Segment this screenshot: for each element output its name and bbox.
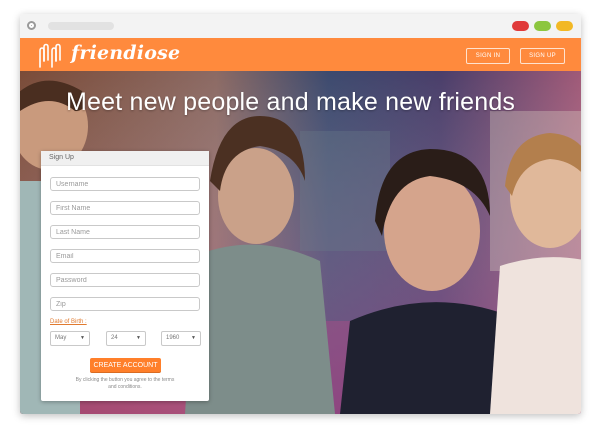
- browser-window: friendiose SIGN IN SIGN UP Meet new peop…: [20, 14, 581, 414]
- dob-day-value: 24: [111, 335, 118, 341]
- window-maximize-button[interactable]: [534, 21, 551, 31]
- email-field[interactable]: [50, 249, 200, 263]
- window-close-button[interactable]: [512, 21, 529, 31]
- chevron-down-icon: ▼: [80, 335, 85, 341]
- brand-logo[interactable]: friendiose: [71, 42, 180, 64]
- dob-day-select[interactable]: 24 ▼: [106, 331, 146, 346]
- address-bar[interactable]: [48, 22, 114, 30]
- terms-notice: By clicking the button you agree to the …: [75, 377, 175, 390]
- window-minimize-button[interactable]: [556, 21, 573, 31]
- hero-headline: Meet new people and make new friends: [66, 88, 516, 116]
- zip-field[interactable]: [50, 297, 200, 311]
- chevron-down-icon: ▼: [191, 335, 196, 341]
- dob-month-select[interactable]: May ▼: [50, 331, 90, 346]
- last-name-field[interactable]: [50, 225, 200, 239]
- dob-year-value: 1960: [166, 335, 180, 341]
- create-account-button[interactable]: CREATE ACCOUNT: [90, 358, 161, 373]
- hands-logo-icon: [39, 43, 61, 68]
- password-field[interactable]: [50, 273, 200, 287]
- dob-month-value: May: [55, 335, 67, 341]
- dob-year-select[interactable]: 1960 ▼: [161, 331, 201, 346]
- hero-section: Meet new people and make new friends Sig…: [20, 71, 581, 414]
- signup-form-title: Sign Up: [41, 151, 209, 166]
- sign-up-button[interactable]: SIGN UP: [520, 48, 565, 64]
- browser-chrome: [20, 14, 581, 39]
- top-navbar: friendiose SIGN IN SIGN UP: [20, 38, 581, 71]
- sign-in-button[interactable]: SIGN IN: [466, 48, 510, 64]
- dob-label: Date of Birth :: [50, 319, 87, 325]
- chevron-down-icon: ▼: [136, 335, 141, 341]
- signup-form: Sign Up Date of Birth : May ▼ 24 ▼ 1960 …: [41, 151, 209, 401]
- first-name-field[interactable]: [50, 201, 200, 215]
- username-field[interactable]: [50, 177, 200, 191]
- browser-menu-icon[interactable]: [27, 21, 36, 30]
